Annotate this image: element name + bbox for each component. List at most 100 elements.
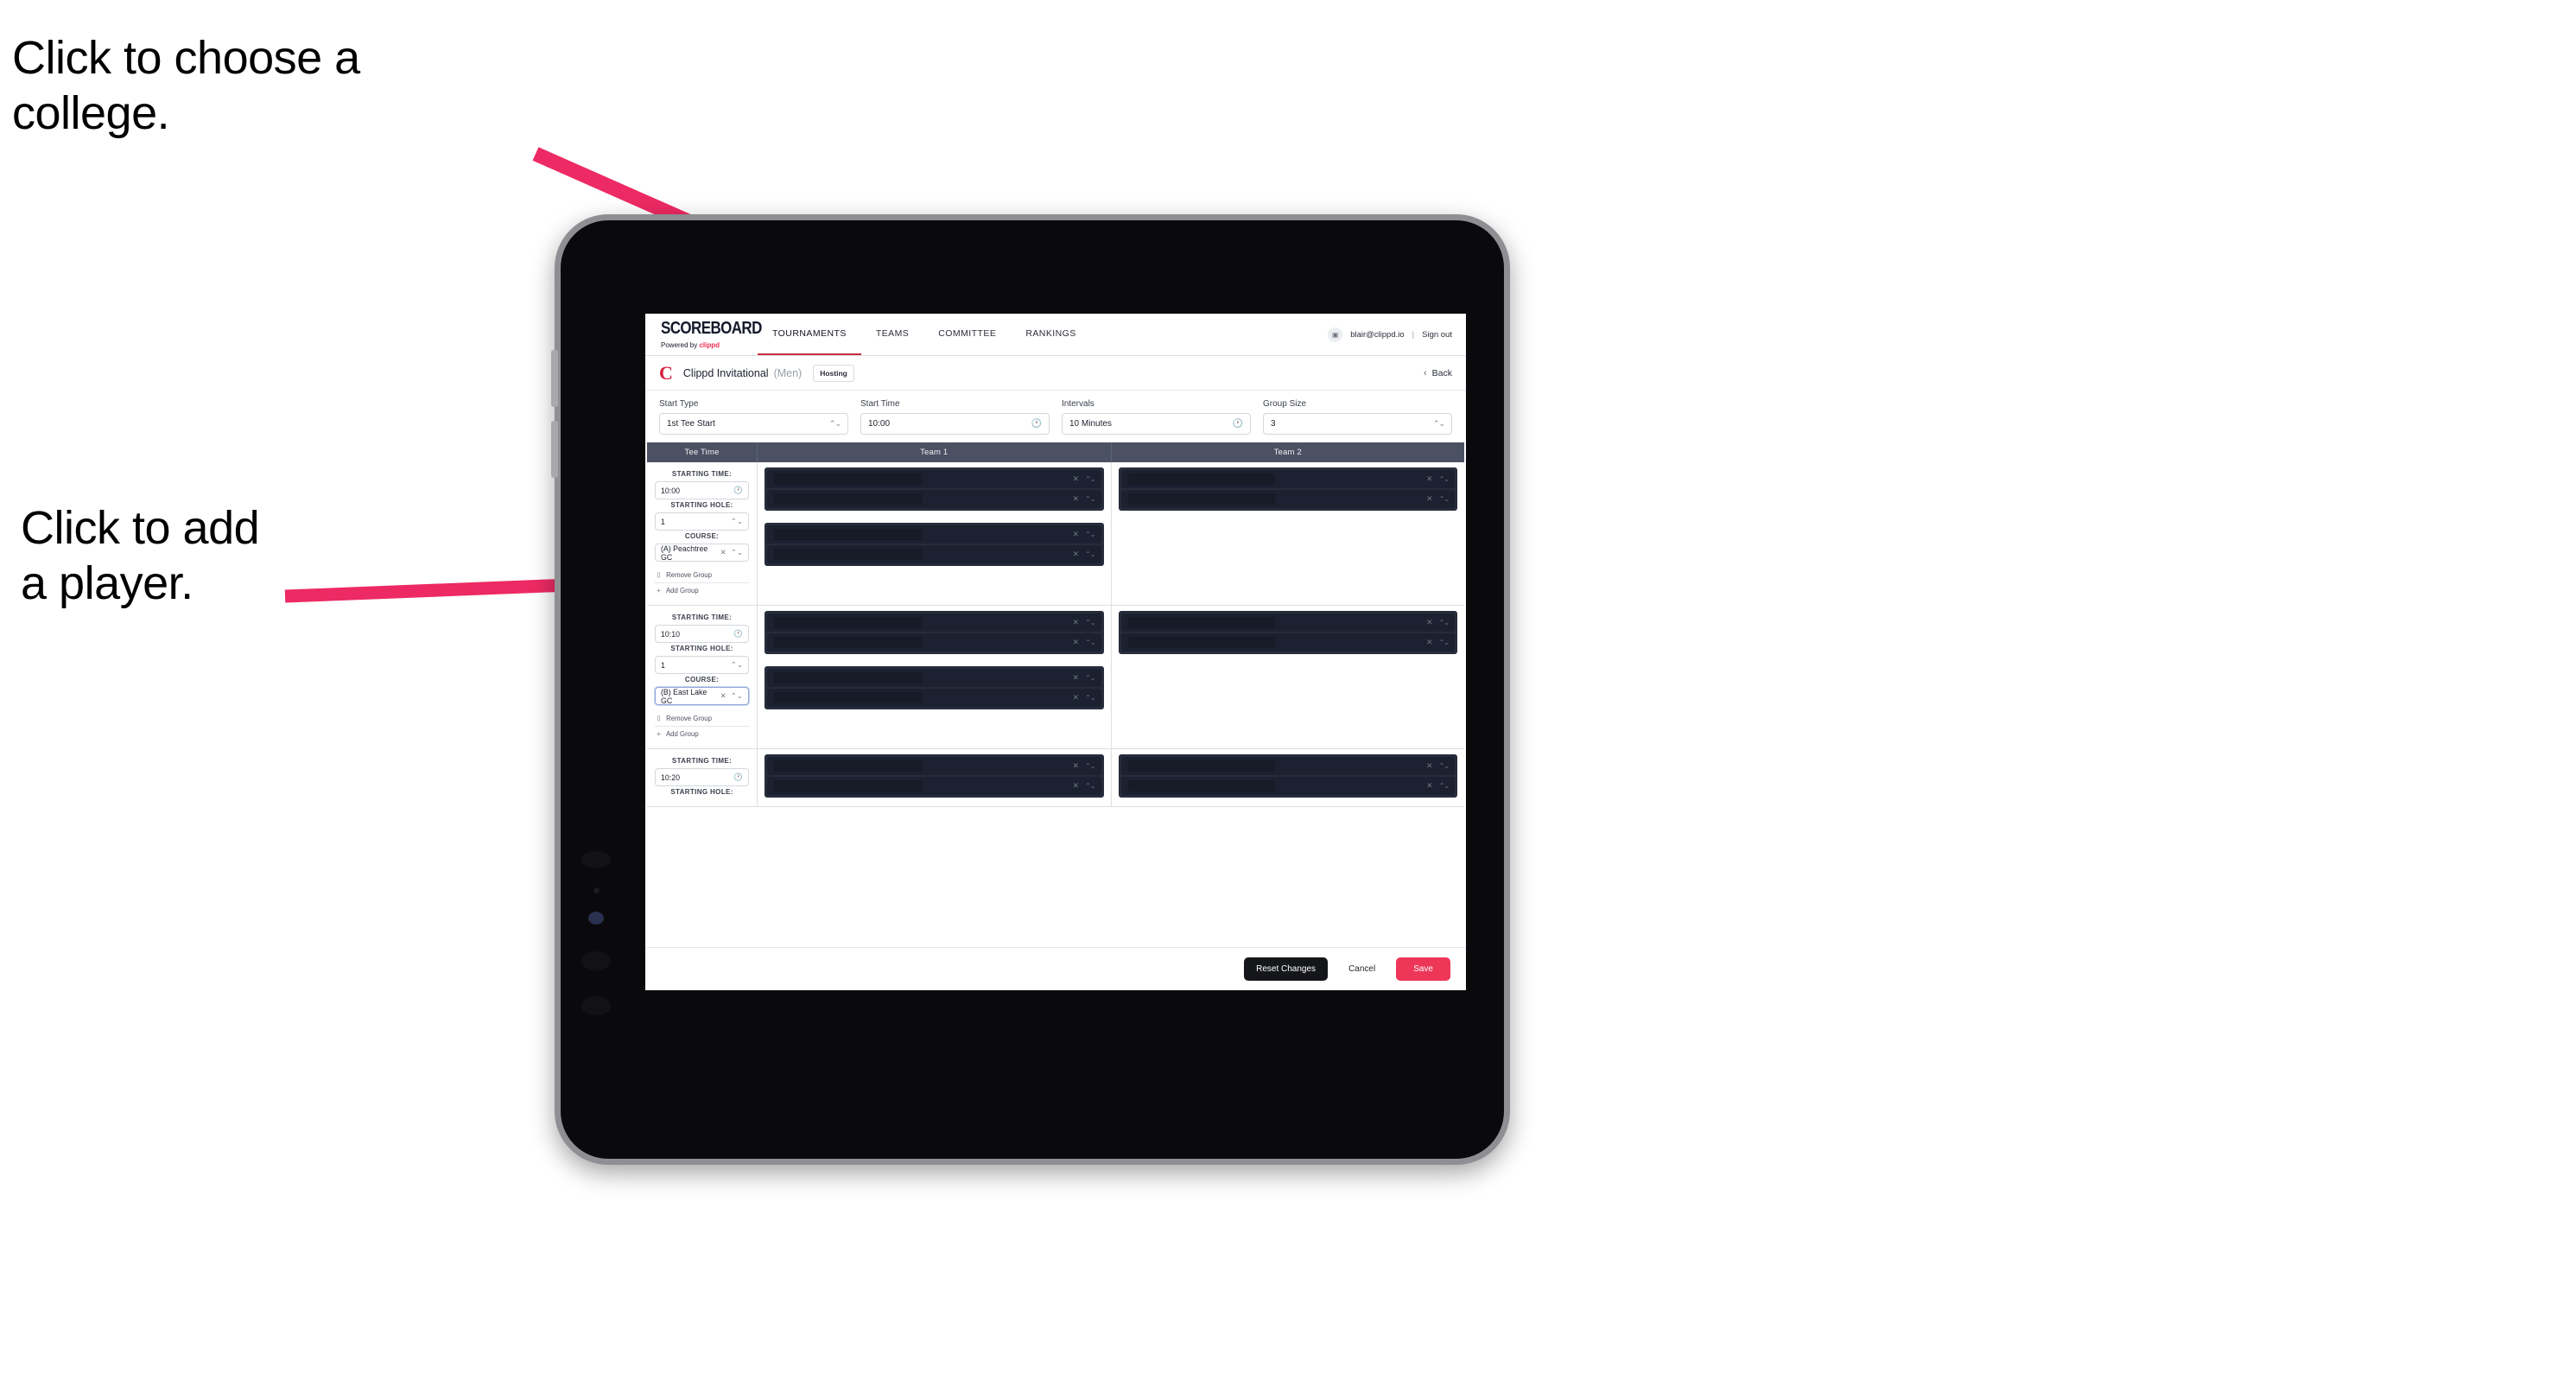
player-select-row[interactable]: ✕ ⌃⌄ [767,545,1101,563]
clear-icon[interactable]: ✕ [1426,639,1433,646]
spinner-icon[interactable]: ⌃⌄ [731,549,743,556]
spinner-icon[interactable]: ⌃⌄ [1439,639,1450,646]
spinner-icon[interactable]: ⌃⌄ [731,518,743,525]
clear-icon[interactable]: ✕ [1073,674,1080,682]
volume-down-button[interactable] [551,421,558,478]
clear-icon[interactable]: ✕ [1073,694,1080,702]
nav-item-rankings[interactable]: RANKINGS [1011,314,1090,355]
hole-input[interactable]: 1 ⌃⌄ [655,512,749,531]
cancel-button[interactable]: Cancel [1340,957,1384,981]
spinner-icon[interactable]: ⌃⌄ [1085,762,1095,770]
remove-group-button[interactable]: ⌷ Remove Group [655,568,749,583]
clear-icon[interactable]: ✕ [1073,619,1080,626]
player-select-row[interactable]: ✕ ⌃⌄ [1120,614,1455,632]
player-select-row[interactable]: ✕ ⌃⌄ [1120,757,1455,775]
clear-icon[interactable]: ✕ [720,692,726,700]
player-name-redacted [1127,493,1276,505]
nav-item-committee[interactable]: COMMITTEE [923,314,1011,355]
player-select-row[interactable]: ✕ ⌃⌄ [767,757,1101,775]
player-select-row[interactable]: ✕ ⌃⌄ [767,470,1101,488]
course-input[interactable]: (B) East Lake GC ✕ ⌃⌄ [655,687,749,705]
control-input[interactable]: 10:00 🕐 [860,413,1050,435]
clear-icon[interactable]: ✕ [1426,782,1433,790]
remove-group-button[interactable]: ⌷ Remove Group [655,711,749,727]
player-select-row[interactable]: ✕ ⌃⌄ [767,633,1101,652]
player-select-row[interactable]: ✕ ⌃⌄ [1120,633,1455,652]
time-input[interactable]: 10:00 🕐 [655,481,749,499]
clear-icon[interactable]: ✕ [1073,782,1080,790]
clear-icon[interactable]: ✕ [1426,762,1433,770]
team-1-cell: ✕ ⌃⌄ ✕ ⌃⌄ [758,749,1112,806]
volume-up-button[interactable] [551,350,558,407]
spinner-icon[interactable]: ⌃⌄ [1439,782,1450,790]
spinner-icon[interactable]: ⌃⌄ [1085,495,1095,503]
clear-icon[interactable]: ✕ [720,549,726,556]
avatar[interactable]: ▣ [1328,327,1343,342]
back-link[interactable]: ‹ Back [1424,368,1452,378]
clear-icon[interactable]: ✕ [1073,550,1080,558]
time-input[interactable]: 10:20 🕐 [655,768,749,786]
player-select-row[interactable]: ✕ ⌃⌄ [767,525,1101,544]
spinner-icon[interactable]: ⌃⌄ [1085,550,1095,558]
player-select-row[interactable]: ✕ ⌃⌄ [1120,777,1455,795]
add-group-button[interactable]: + Add Group [655,583,749,598]
field-label: STARTING TIME: [671,757,733,765]
spinner-icon[interactable]: ⌃⌄ [1085,475,1095,483]
player-select-row[interactable]: ✕ ⌃⌄ [1120,470,1455,488]
reset-changes-button[interactable]: Reset Changes [1244,957,1329,981]
player-select-row[interactable]: ✕ ⌃⌄ [1120,490,1455,508]
clear-icon[interactable]: ✕ [1073,495,1080,503]
clock-icon[interactable]: 🕐 [1031,419,1042,429]
player-name-redacted [774,474,922,485]
clear-icon[interactable]: ✕ [1426,475,1433,483]
save-button[interactable]: Save [1396,957,1450,981]
team-1-cell: ✕ ⌃⌄ ✕ ⌃⌄ ✕ ⌃⌄ ✕ ⌃⌄ [758,606,1112,748]
spinner-icon[interactable]: ⌃⌄ [1439,495,1450,503]
player-select-row[interactable]: ✕ ⌃⌄ [767,669,1101,687]
spinner-icon[interactable]: ⌃⌄ [829,420,841,428]
spinner-icon[interactable]: ⌃⌄ [1433,420,1445,428]
spinner-icon[interactable]: ⌃⌄ [1085,619,1095,626]
control-label: Start Time [860,399,900,409]
control-input[interactable]: 1st Tee Start ⌃⌄ [659,413,848,435]
spinner-icon[interactable]: ⌃⌄ [1085,694,1095,702]
clear-icon[interactable]: ✕ [1426,619,1433,626]
time-input[interactable]: 10:10 🕐 [655,625,749,643]
hole-input[interactable]: 1 ⌃⌄ [655,656,749,674]
course-input[interactable]: (A) Peachtree GC ✕ ⌃⌄ [655,544,749,562]
spinner-icon[interactable]: ⌃⌄ [1439,475,1450,483]
player-group: ✕ ⌃⌄ ✕ ⌃⌄ [1118,754,1457,798]
sign-out-link[interactable]: Sign out [1422,330,1452,340]
player-select-row[interactable]: ✕ ⌃⌄ [767,614,1101,632]
spinner-icon[interactable]: ⌃⌄ [1085,639,1095,646]
tee-times-table-body[interactable]: STARTING TIME: 10:00 🕐 STARTING HOLE: 1 ⌃⌄ COU… [647,462,1464,947]
player-select-row[interactable]: ✕ ⌃⌄ [767,689,1101,707]
player-select-row[interactable]: ✕ ⌃⌄ [767,777,1101,795]
clock-icon[interactable]: 🕐 [733,773,743,781]
spinner-icon[interactable]: ⌃⌄ [1085,674,1095,682]
nav-item-teams[interactable]: TEAMS [861,314,923,355]
spinner-icon[interactable]: ⌃⌄ [1085,531,1095,538]
spinner-icon[interactable]: ⌃⌄ [731,661,743,669]
field-label: COURSE: [684,676,720,683]
remove-group-label: Remove Group [666,571,712,579]
clear-icon[interactable]: ✕ [1426,495,1433,503]
player-name-redacted [1127,760,1276,772]
clock-icon[interactable]: 🕐 [733,630,743,638]
spinner-icon[interactable]: ⌃⌄ [1439,619,1450,626]
add-group-button[interactable]: + Add Group [655,727,749,741]
clear-icon[interactable]: ✕ [1073,762,1080,770]
brand-logo[interactable]: SCOREBOARD Powered by clippd [645,314,762,355]
spinner-icon[interactable]: ⌃⌄ [731,692,743,700]
spinner-icon[interactable]: ⌃⌄ [1439,762,1450,770]
control-input[interactable]: 10 Minutes 🕐 [1062,413,1251,435]
control-input[interactable]: 3 ⌃⌄ [1263,413,1452,435]
clear-icon[interactable]: ✕ [1073,531,1080,538]
clock-icon[interactable]: 🕐 [1233,419,1243,429]
spinner-icon[interactable]: ⌃⌄ [1085,782,1095,790]
clock-icon[interactable]: 🕐 [733,486,743,494]
player-select-row[interactable]: ✕ ⌃⌄ [767,490,1101,508]
nav-item-tournaments[interactable]: TOURNAMENTS [758,314,861,355]
clear-icon[interactable]: ✕ [1073,639,1080,646]
clear-icon[interactable]: ✕ [1073,475,1080,483]
